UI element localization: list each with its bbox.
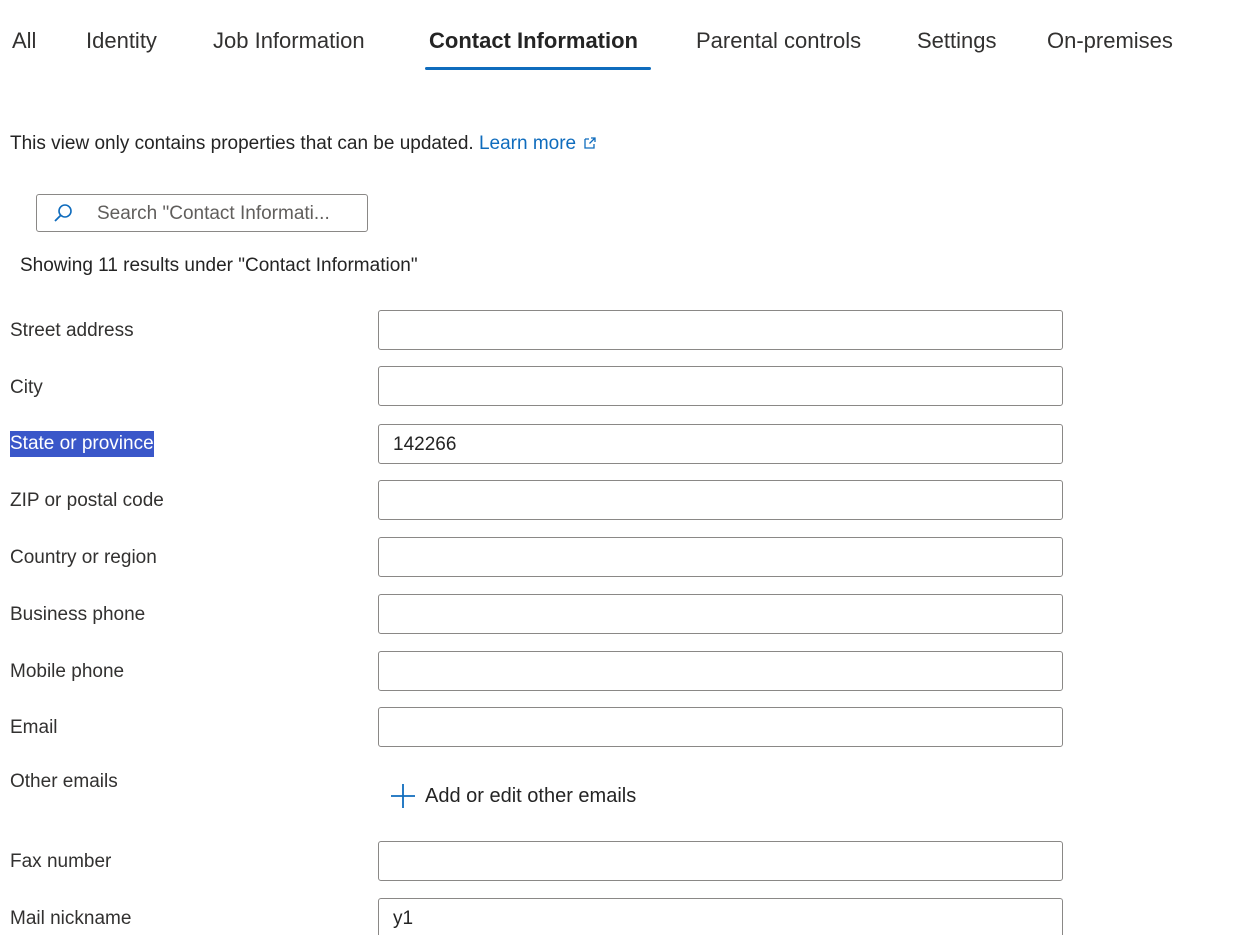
- search-input[interactable]: Search "Contact Informati...: [36, 194, 368, 232]
- label-email: Email: [10, 717, 58, 738]
- business-phone-field[interactable]: [378, 594, 1063, 634]
- country-or-region-field[interactable]: [378, 537, 1063, 577]
- label-other-emails: Other emails: [10, 771, 118, 792]
- active-tab-indicator: [425, 67, 651, 70]
- zip-or-postal-code-field[interactable]: [378, 480, 1063, 520]
- tab-identity[interactable]: Identity: [86, 26, 157, 56]
- tab-parental-controls[interactable]: Parental controls: [696, 26, 861, 56]
- updatable-properties-notice: This view only contains properties that …: [10, 131, 596, 157]
- state-or-province-field[interactable]: 142266: [378, 424, 1063, 464]
- tab-all[interactable]: All: [12, 26, 36, 56]
- contact-information-panel: All Identity Job Information Contact Inf…: [0, 0, 1241, 935]
- label-mobile-phone: Mobile phone: [10, 661, 125, 682]
- label-business-phone: Business phone: [10, 604, 146, 625]
- email-field[interactable]: [378, 707, 1063, 747]
- learn-more-label: Learn more: [478, 133, 577, 154]
- external-link-icon: [584, 137, 596, 149]
- label-fax-number: Fax number: [10, 851, 112, 872]
- label-zip-or-postal-code: ZIP or postal code: [10, 490, 164, 511]
- label-mail-nickname: Mail nickname: [10, 908, 132, 929]
- state-or-province-value: 142266: [393, 434, 457, 455]
- results-count: Showing 11 results under "Contact Inform…: [20, 255, 418, 276]
- mobile-phone-field[interactable]: [378, 651, 1063, 691]
- learn-more-link[interactable]: Learn more: [479, 133, 596, 154]
- label-city: City: [10, 377, 43, 398]
- search-icon: [53, 203, 73, 223]
- tab-contact-information[interactable]: Contact Information: [429, 26, 638, 56]
- street-address-field[interactable]: [378, 310, 1063, 350]
- label-state-or-province: State or province: [10, 431, 154, 457]
- add-or-edit-other-emails-label: Add or edit other emails: [425, 785, 637, 807]
- notice-text: This view only contains properties that …: [10, 133, 474, 154]
- label-country-or-region: Country or region: [10, 547, 157, 568]
- mail-nickname-field[interactable]: y1: [378, 898, 1063, 935]
- fax-number-field[interactable]: [378, 841, 1063, 881]
- tab-bar: All Identity Job Information Contact Inf…: [0, 0, 1241, 75]
- tab-settings[interactable]: Settings: [917, 26, 997, 56]
- tab-job-information[interactable]: Job Information: [213, 26, 365, 56]
- plus-icon: [390, 783, 416, 809]
- city-field[interactable]: [378, 366, 1063, 406]
- search-placeholder: Search "Contact Informati...: [97, 203, 330, 224]
- label-street-address: Street address: [10, 320, 134, 341]
- mail-nickname-value: y1: [393, 908, 414, 929]
- tab-on-premises[interactable]: On-premises: [1047, 26, 1173, 56]
